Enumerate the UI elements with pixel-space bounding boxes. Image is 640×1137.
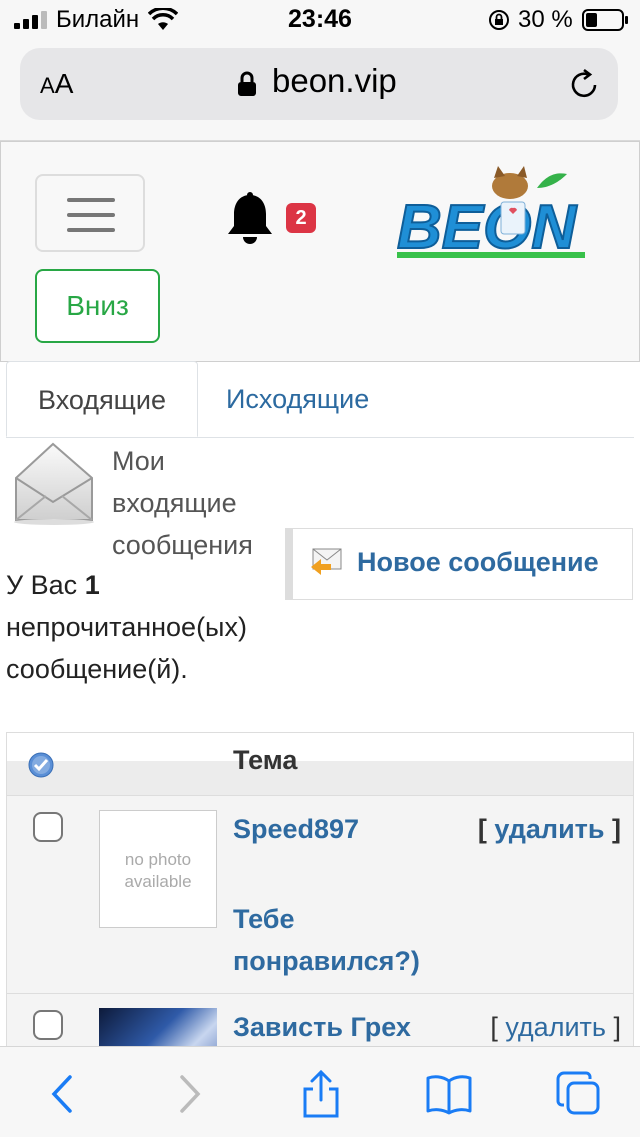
url-text[interactable]: beon.vip xyxy=(272,62,397,100)
share-icon[interactable] xyxy=(296,1069,346,1119)
menu-button[interactable] xyxy=(35,174,145,252)
battery-percent: 30 % xyxy=(518,6,573,33)
notification-badge: 2 xyxy=(286,203,316,233)
browser-url-area: AA beon.vip xyxy=(0,40,640,141)
status-bar: Билайн 23:46 30 % xyxy=(0,0,640,40)
messages-table: Тема no photo available Speed897 [ удали… xyxy=(6,732,634,1078)
envelope-icon xyxy=(14,442,94,525)
lock-rotation-icon xyxy=(489,10,509,30)
sender-link[interactable]: Speed897 xyxy=(233,814,359,845)
check-all-icon[interactable] xyxy=(27,751,55,779)
bell-icon[interactable] xyxy=(225,192,275,244)
inbox-title: Мои входящие сообщения xyxy=(112,446,253,560)
reader-text-button[interactable]: AA xyxy=(40,68,73,100)
forward-icon[interactable] xyxy=(164,1069,214,1119)
message-tabs: Входящие Исходящие xyxy=(6,361,634,438)
column-topic: Тема xyxy=(233,745,298,775)
lock-icon xyxy=(238,71,256,96)
site-header: 2 BEON Вниз xyxy=(0,141,640,362)
tab-outbox[interactable]: Исходящие xyxy=(226,361,369,437)
new-message-icon xyxy=(311,548,342,575)
row-checkbox[interactable] xyxy=(33,812,63,842)
delete-link[interactable]: удалить xyxy=(494,814,604,844)
subject-link[interactable]: Тебе понравился?) xyxy=(233,898,463,982)
browser-toolbar xyxy=(0,1046,640,1137)
table-header: Тема xyxy=(7,733,633,796)
table-row[interactable]: no photo available Speed897 [ удалить ] … xyxy=(7,796,633,994)
delete-control: [ удалить ] xyxy=(477,814,621,844)
scroll-down-button[interactable]: Вниз xyxy=(35,269,160,343)
back-icon[interactable] xyxy=(38,1069,88,1119)
row-checkbox[interactable] xyxy=(33,1010,63,1040)
svg-text:BEON: BEON xyxy=(397,193,577,260)
no-photo-text: no photo available xyxy=(124,850,192,891)
new-message-button[interactable]: Новое сообщение xyxy=(285,528,633,600)
battery-icon xyxy=(582,9,628,31)
tab-inbox[interactable]: Входящие xyxy=(6,361,198,437)
delete-control: [ удалить ] xyxy=(490,1012,621,1042)
unread-count: 1 xyxy=(84,570,100,600)
beon-logo[interactable]: BEON xyxy=(397,164,601,260)
reload-icon[interactable] xyxy=(568,68,602,102)
tabs-icon[interactable] xyxy=(554,1069,604,1119)
avatar[interactable]: no photo available xyxy=(99,810,217,928)
sender-link[interactable]: Зависть Грех xyxy=(233,1012,411,1043)
bookmarks-icon[interactable] xyxy=(424,1069,474,1119)
new-message-label: Новое сообщение xyxy=(357,547,599,577)
menu-icon xyxy=(67,198,115,202)
address-bar[interactable]: AA beon.vip xyxy=(20,48,618,120)
delete-link[interactable]: удалить xyxy=(505,1012,606,1042)
unread-notice: У Вас 1 непрочитанное(ых) сообщение(й). xyxy=(6,570,247,684)
